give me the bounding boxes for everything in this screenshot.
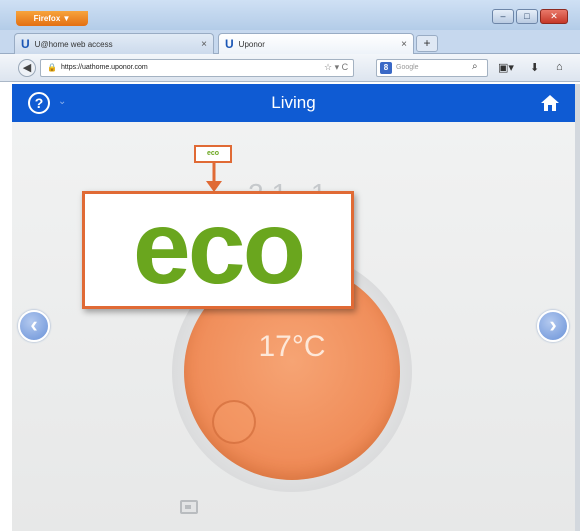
eco-callout-zoom: eco — [82, 191, 354, 309]
tab-uponor[interactable]: U Uponor × — [218, 33, 414, 54]
uponor-favicon-icon: U — [225, 37, 234, 51]
address-bar[interactable]: 🔒 https://uathome.uponor.com — [40, 59, 354, 77]
tab-strip: U U@home web access × U Uponor × + — [0, 30, 580, 54]
window-controls: – □ ✕ — [492, 9, 568, 24]
new-tab-button[interactable]: + — [416, 35, 438, 52]
search-icon[interactable]: ⌕ — [472, 61, 478, 72]
schedule-icon[interactable] — [180, 500, 198, 514]
callout-arrow-icon — [206, 163, 222, 192]
tab-label: U@home web access — [34, 39, 113, 49]
home-toolbar-icon[interactable]: ⌂ — [556, 61, 563, 73]
eco-callout-label: eco — [132, 190, 306, 306]
bookmarks-menu-icon[interactable]: ▣▾ — [498, 61, 514, 74]
url-text: https://uathome.uponor.com — [60, 64, 148, 71]
minimize-button[interactable]: – — [492, 9, 514, 24]
home-icon[interactable] — [539, 93, 561, 113]
tab-label: Uponor — [238, 39, 265, 49]
tab-uathome[interactable]: U U@home web access × — [14, 33, 214, 54]
tab-close-icon[interactable]: × — [201, 39, 207, 50]
download-icon[interactable]: ⬇ — [530, 61, 539, 74]
search-engine-icon[interactable]: 8 — [380, 62, 392, 74]
app-header: ? ⌄ Living — [12, 84, 575, 122]
lock-icon: 🔒 — [47, 63, 57, 72]
bookmark-reload-icons[interactable]: ☆ ▾ C — [324, 62, 348, 73]
dial-knob-handle[interactable] — [212, 400, 256, 444]
next-room-button[interactable]: › — [537, 310, 569, 342]
browser-navbar: ◀ 🔒 https://uathome.uponor.com ☆ ▾ C 8 G… — [0, 54, 580, 82]
eco-mode-badge: eco — [194, 145, 232, 163]
setpoint-temperature: 17°C — [258, 330, 326, 363]
uponor-favicon-icon: U — [21, 37, 30, 51]
firefox-menu-button[interactable]: Firefox ▼ — [16, 11, 88, 26]
close-window-button[interactable]: ✕ — [540, 9, 568, 24]
room-title: Living — [271, 93, 316, 112]
browser-titlebar: Firefox ▼ – □ ✕ — [0, 0, 580, 30]
previous-room-button[interactable]: ‹ — [18, 310, 50, 342]
search-placeholder: Google — [396, 64, 419, 71]
tab-close-icon[interactable]: × — [401, 39, 407, 50]
maximize-button[interactable]: □ — [516, 9, 538, 24]
scrollbar-track[interactable] — [575, 84, 580, 531]
back-arrow-icon[interactable]: ◀ — [18, 59, 36, 77]
